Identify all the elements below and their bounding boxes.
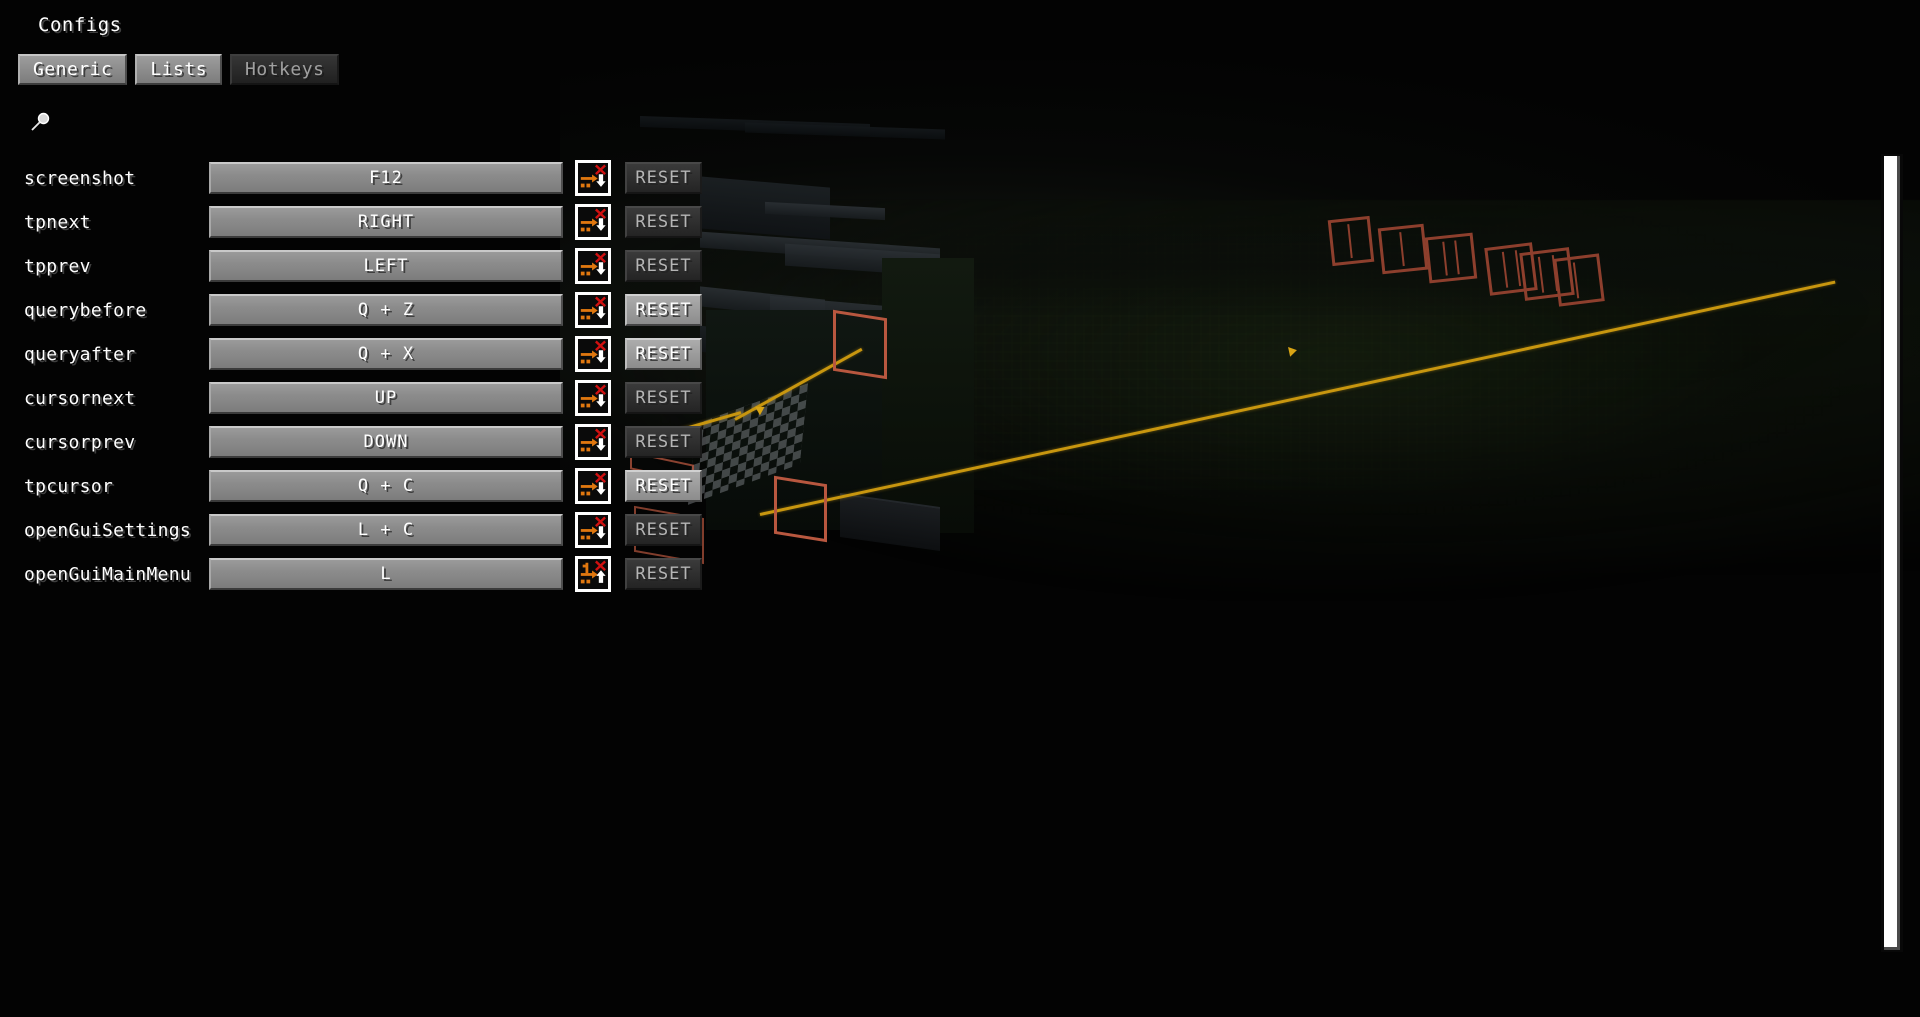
- hotkey-name-label-cursornext: cursornext: [24, 387, 136, 409]
- tab-bar: Generic Lists Hotkeys: [18, 54, 340, 85]
- reset-button-tpcursor[interactable]: RESET: [625, 470, 702, 502]
- hotkey-name-label-cursorprev: cursorprev: [24, 431, 136, 453]
- tab-hotkeys[interactable]: Hotkeys: [230, 54, 340, 85]
- reset-button-querybefore[interactable]: RESET: [625, 294, 702, 326]
- config-gui-overlay: Configs Generic Lists Hotkeys screenshot…: [0, 0, 1920, 1017]
- hotkey-name-label-querybefore: querybefore: [24, 299, 147, 321]
- hotkey-list: screenshot F12 RESET tpnext RIGHT RESET …: [0, 156, 760, 596]
- hotkey-name-label-screenshot: screenshot: [24, 167, 136, 189]
- hotkey-settings-icon[interactable]: [575, 160, 611, 196]
- hotkey-name-label-tpnext: tpnext: [24, 211, 91, 233]
- hotkey-settings-icon[interactable]: [575, 424, 611, 460]
- hotkey-settings-icon[interactable]: [575, 248, 611, 284]
- table-row: tpprev LEFT RESET: [0, 244, 760, 288]
- table-row: tpnext RIGHT RESET: [0, 200, 760, 244]
- table-row: screenshot F12 RESET: [0, 156, 760, 200]
- hotkey-bind-button-cursorprev[interactable]: DOWN: [209, 426, 563, 458]
- reset-button-openGuiMainMenu[interactable]: RESET: [625, 558, 702, 590]
- minecraft-config-screen: Configs Generic Lists Hotkeys screenshot…: [0, 0, 1920, 1017]
- page-title: Configs: [38, 14, 122, 36]
- hotkey-bind-button-openGuiMainMenu[interactable]: L: [209, 558, 563, 590]
- reset-button-queryafter[interactable]: RESET: [625, 338, 702, 370]
- reset-button-cursorprev[interactable]: RESET: [625, 426, 702, 458]
- hotkey-settings-icon[interactable]: [575, 512, 611, 548]
- hotkey-settings-icon[interactable]: [575, 468, 611, 504]
- tab-lists[interactable]: Lists: [135, 54, 223, 85]
- table-row: openGuiSettings L + C RESET: [0, 508, 760, 552]
- reset-button-openGuiSettings[interactable]: RESET: [625, 514, 702, 546]
- hotkey-name-label-queryafter: queryafter: [24, 343, 136, 365]
- hotkey-bind-button-queryafter[interactable]: Q + X: [209, 338, 563, 370]
- hotkey-bind-button-tpprev[interactable]: LEFT: [209, 250, 563, 282]
- hotkey-bind-button-openGuiSettings[interactable]: L + C: [209, 514, 563, 546]
- hotkey-settings-icon[interactable]: [575, 292, 611, 328]
- hotkey-bind-button-screenshot[interactable]: F12: [209, 162, 563, 194]
- hotkey-name-label-openGuiMainMenu: openGuiMainMenu: [24, 563, 192, 585]
- tab-generic[interactable]: Generic: [18, 54, 128, 85]
- hotkey-settings-icon[interactable]: [575, 380, 611, 416]
- hotkey-name-label-openGuiSettings: openGuiSettings: [24, 519, 192, 541]
- hotkey-bind-button-tpnext[interactable]: RIGHT: [209, 206, 563, 238]
- hotkey-name-label-tpcursor: tpcursor: [24, 475, 114, 497]
- hotkey-bind-button-querybefore[interactable]: Q + Z: [209, 294, 563, 326]
- reset-button-screenshot[interactable]: RESET: [625, 162, 702, 194]
- hotkey-settings-icon[interactable]: [575, 336, 611, 372]
- search-icon[interactable]: [28, 111, 52, 135]
- reset-button-tpnext[interactable]: RESET: [625, 206, 702, 238]
- table-row: querybefore Q + Z RESET: [0, 288, 760, 332]
- hotkey-bind-button-tpcursor[interactable]: Q + C: [209, 470, 563, 502]
- scrollbar-thumb[interactable]: [1884, 156, 1900, 950]
- table-row: openGuiMainMenu L RESET: [0, 552, 760, 596]
- table-row: tpcursor Q + C RESET: [0, 464, 760, 508]
- hotkey-settings-icon-one[interactable]: [575, 556, 611, 592]
- hotkey-settings-icon[interactable]: [575, 204, 611, 240]
- table-row: cursorprev DOWN RESET: [0, 420, 760, 464]
- reset-button-cursornext[interactable]: RESET: [625, 382, 702, 414]
- hotkey-name-label-tpprev: tpprev: [24, 255, 91, 277]
- reset-button-tpprev[interactable]: RESET: [625, 250, 702, 282]
- table-row: queryafter Q + X RESET: [0, 332, 760, 376]
- hotkey-bind-button-cursornext[interactable]: UP: [209, 382, 563, 414]
- table-row: cursornext UP RESET: [0, 376, 760, 420]
